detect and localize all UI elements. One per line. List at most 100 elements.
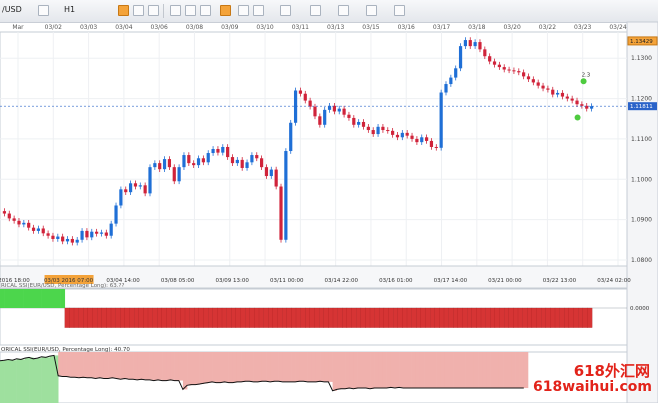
top-axis-tick-label: 03/24 <box>609 24 626 31</box>
ssi-area-segment <box>453 352 458 389</box>
candle-body <box>313 106 317 117</box>
oscillator-bar <box>365 307 371 328</box>
oscillator-bar <box>9 289 15 308</box>
ssi-area-segment <box>216 352 221 383</box>
candle-body <box>289 122 293 152</box>
bottom-axis-tick-label: 03/09 13:00 <box>215 278 249 284</box>
oscillator-bar <box>138 307 144 328</box>
oscillator-bar <box>328 307 334 328</box>
ssi-area-segment <box>137 352 142 380</box>
ssi-area-segment <box>482 352 487 389</box>
bottom-axis-tick-label: 03/14 22:00 <box>325 278 359 284</box>
ssi-area-segment <box>307 352 313 382</box>
candle-body <box>454 68 458 78</box>
candle-body <box>264 167 269 177</box>
oscillator-bar <box>97 307 103 328</box>
oscillator-bar <box>41 289 47 308</box>
ssi-area-segment <box>390 352 396 388</box>
oscillator-bar <box>485 307 491 328</box>
oscillator-bar <box>263 307 269 328</box>
candle-body <box>226 146 230 158</box>
ssi-area-segment <box>469 352 475 389</box>
oscillator-bar <box>420 307 426 328</box>
ssi-area-segment <box>83 352 88 378</box>
ssi-area-segment <box>145 352 150 380</box>
oscillator-bar <box>578 307 584 328</box>
candle-body <box>492 61 497 65</box>
candle-body <box>468 40 472 47</box>
oscillator-bar <box>115 307 121 328</box>
ssi-area-title: ORICAL SSI(EUR/USD, Percentage Long): 40… <box>1 347 130 353</box>
candle-body <box>556 92 560 95</box>
candle-body <box>439 92 443 148</box>
oscillator-bar <box>32 289 38 308</box>
ssi-area-segment <box>403 352 408 389</box>
ssi-area-segment <box>103 352 109 379</box>
ssi-area-segment <box>394 352 400 389</box>
ssi-area-segment <box>370 352 375 389</box>
oscillator-bar <box>175 307 181 328</box>
candle-body <box>303 93 307 101</box>
ssi-area-segment <box>494 352 500 389</box>
candle-body <box>65 238 70 242</box>
ssi-area-segment <box>274 352 279 382</box>
price-scale-strip <box>626 21 658 403</box>
ssi-area-segment <box>253 352 259 382</box>
candle-body <box>90 231 94 238</box>
top-axis-tick-label: 03/18 <box>468 24 485 31</box>
candle-body <box>46 233 50 236</box>
candle-body <box>143 185 147 194</box>
oscillator-bar <box>217 307 223 328</box>
oscillator-bar <box>152 307 158 328</box>
oscillator-bar <box>37 289 42 308</box>
oscillator-bar <box>434 307 440 328</box>
ssi-area-segment <box>503 352 508 389</box>
bottom-axis-tick-label: 03/21 00:00 <box>488 278 522 284</box>
ssi-area-segment <box>149 352 155 380</box>
ssi-area-segment <box>457 352 462 389</box>
candle-body <box>536 82 540 86</box>
oscillator-axis-label: 0.0000 <box>630 306 650 312</box>
candle-body <box>240 159 244 168</box>
candle-body <box>7 213 11 219</box>
candle-body <box>61 236 65 242</box>
oscillator-title: RICAL SSI(EUR/USD, Percentage Long): 63.… <box>1 283 124 289</box>
candle-body <box>507 69 511 71</box>
oscillator-bar <box>443 307 449 328</box>
ssi-area-segment <box>340 352 346 389</box>
oscillator-bar <box>369 307 375 328</box>
oscillator-bar <box>46 289 52 308</box>
oscillator-bar <box>18 289 24 308</box>
oscillator-bar <box>184 307 190 328</box>
oscillator-bar <box>342 307 348 328</box>
ssi-area-segment <box>365 352 371 389</box>
ssi-area-segment <box>49 356 55 403</box>
candle-body <box>497 64 501 68</box>
oscillator-bar <box>231 307 237 328</box>
candle-body <box>133 183 138 187</box>
candle-body <box>352 117 356 125</box>
oscillator-bar <box>517 307 523 328</box>
ssi-area-segment <box>382 352 387 389</box>
top-axis-tick-label: 03/04 <box>115 24 132 31</box>
candle-body <box>449 77 453 85</box>
ssi-area-segment <box>328 352 333 382</box>
oscillator-bar <box>545 307 551 328</box>
candle-body <box>415 138 419 143</box>
candle-body <box>376 126 380 135</box>
oscillator-bar <box>124 307 130 328</box>
oscillator-bar <box>134 307 140 328</box>
ssi-area-segment <box>182 352 188 390</box>
ssi-area-segment <box>33 358 38 403</box>
oscillator-bar <box>314 307 320 328</box>
candle-body <box>580 104 584 106</box>
ssi-area-segment <box>124 352 130 379</box>
candle-body <box>36 228 40 231</box>
candle-body <box>12 218 16 221</box>
candle-body <box>589 106 594 109</box>
ssi-area-segment <box>203 352 209 384</box>
candle-body <box>458 46 463 69</box>
price-tick-label: 1.1100 <box>631 136 652 143</box>
oscillator-bar <box>332 307 338 328</box>
ssi-area-segment <box>112 352 117 378</box>
